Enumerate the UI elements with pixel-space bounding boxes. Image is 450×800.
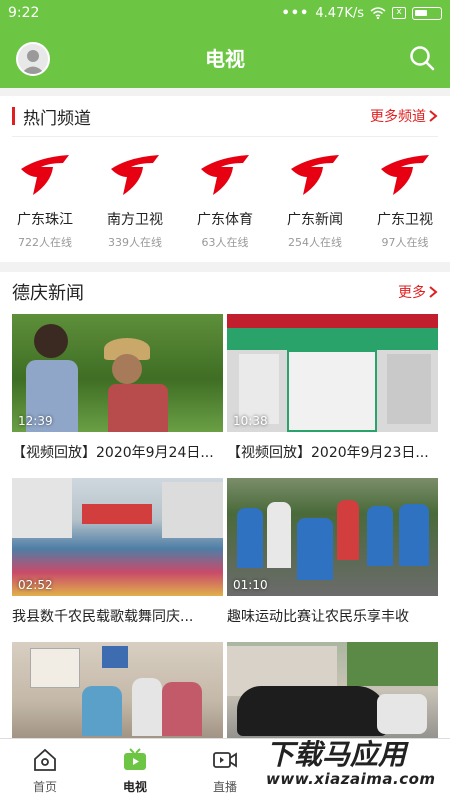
status-bar: 9:22 ••• 4.47K/s x — [0, 0, 450, 26]
local-news-section: 德庆新闻 更多 12:39 【视频回放】2020年9月24日... 10:38 … — [0, 272, 450, 738]
news-header: 德庆新闻 更多 — [0, 272, 450, 312]
video-thumbnail: 10:38 — [227, 314, 438, 432]
gdtv-logo-icon — [21, 155, 69, 195]
nav-tv[interactable]: 电视 — [90, 739, 180, 800]
video-thumbnail: 02:52 — [12, 478, 223, 596]
hot-channels-title-wrap: 热门频道 — [12, 104, 91, 129]
news-card[interactable] — [227, 642, 438, 738]
channel-item[interactable]: 南方卫视 339人在线 — [92, 153, 178, 250]
nav-home-label: 首页 — [32, 780, 57, 794]
app-header: 9:22 ••• 4.47K/s x 电视 — [0, 0, 450, 88]
news-card-title: 我县数千农民载歌载舞同庆... — [12, 609, 194, 625]
more-news-label: 更多 — [398, 285, 426, 301]
channel-item[interactable]: 广东卫视 97人在线 — [362, 153, 448, 250]
channel-online-count: 339人在线 — [108, 236, 162, 249]
more-channels-link[interactable]: 更多频道 — [370, 106, 438, 126]
channel-item[interactable]: 广东新闻 254人在线 — [272, 153, 358, 250]
gdtv-logo-icon — [201, 155, 249, 195]
more-channels-label: 更多频道 — [370, 109, 426, 125]
channel-item[interactable]: 广东体育 63人在线 — [182, 153, 268, 250]
video-thumbnail: 01:10 — [227, 478, 438, 596]
title-bar: 电视 — [0, 26, 450, 88]
video-thumbnail — [227, 642, 438, 738]
video-camera-icon — [213, 752, 237, 768]
news-card-title: 趣味运动比赛让农民乐享丰收 — [227, 609, 409, 625]
news-card[interactable] — [12, 642, 223, 738]
news-card-title: 【视频回放】2020年9月24日... — [12, 445, 214, 461]
avatar-person-icon — [21, 50, 45, 74]
wifi-icon — [370, 7, 386, 19]
hot-channels-header: 热门频道 更多频道 — [0, 96, 450, 136]
channel-name: 广东新闻 — [287, 212, 343, 228]
channel-list: 广东珠江 722人在线 南方卫视 339人在线 广东体育 63人在线 广东新闻 … — [0, 137, 450, 250]
gdtv-logo-icon — [111, 155, 159, 195]
section-marker — [12, 107, 15, 125]
channel-name: 广东体育 — [197, 212, 253, 228]
hot-channels-title: 热门频道 — [23, 108, 91, 129]
video-thumbnail — [12, 642, 223, 738]
home-icon — [34, 748, 56, 771]
channel-name: 南方卫视 — [107, 212, 163, 228]
news-grid: 12:39 【视频回放】2020年9月24日... 10:38 【视频回放】20… — [0, 312, 450, 738]
news-card[interactable]: 12:39 【视频回放】2020年9月24日... — [12, 314, 223, 478]
watermark-title: 下载马应用 — [266, 738, 407, 771]
more-dots-icon: ••• — [281, 5, 310, 21]
battery-icon — [412, 6, 442, 20]
watermark-url: www.xiazaima.com — [266, 770, 436, 788]
nav-home[interactable]: 首页 — [0, 739, 90, 800]
search-icon[interactable] — [408, 44, 436, 72]
channel-online-count: 63人在线 — [201, 236, 249, 249]
watermark: 下载马应用 www.xiazaima.com — [266, 740, 446, 796]
nav-tv-label: 电视 — [122, 780, 147, 794]
sim-off-icon: x — [392, 7, 406, 19]
channel-online-count: 722人在线 — [18, 236, 72, 249]
video-thumbnail: 12:39 — [12, 314, 223, 432]
status-time: 9:22 — [8, 5, 40, 21]
status-icons: ••• 4.47K/s x — [281, 6, 442, 21]
channel-name: 广东珠江 — [17, 212, 73, 228]
chevron-right-icon — [429, 110, 438, 122]
channel-name: 广东卫视 — [377, 212, 433, 228]
channel-item[interactable]: 广东珠江 722人在线 — [2, 153, 88, 250]
news-card[interactable]: 10:38 【视频回放】2020年9月23日... — [227, 314, 438, 478]
video-duration: 12:39 — [18, 414, 53, 428]
video-duration: 02:52 — [18, 578, 53, 592]
news-card[interactable]: 02:52 我县数千农民载歌载舞同庆... — [12, 478, 223, 642]
hot-channels-section: 热门频道 更多频道 广东珠江 722人在线 南方卫视 339人在线 广东体育 6… — [0, 96, 450, 262]
chevron-right-icon — [429, 286, 438, 298]
channel-online-count: 254人在线 — [288, 236, 342, 249]
tv-icon — [124, 748, 146, 770]
nav-live[interactable]: 直播 — [180, 739, 270, 800]
news-section-title: 德庆新闻 — [12, 283, 84, 304]
network-speed: 4.47K/s — [315, 5, 364, 21]
video-duration: 01:10 — [233, 578, 268, 592]
video-duration: 10:38 — [233, 414, 268, 428]
gdtv-logo-icon — [291, 155, 339, 195]
news-card[interactable]: 01:10 趣味运动比赛让农民乐享丰收 — [227, 478, 438, 642]
news-card-title: 【视频回放】2020年9月23日... — [227, 445, 429, 461]
channel-online-count: 97人在线 — [381, 236, 429, 249]
more-news-link[interactable]: 更多 — [398, 282, 438, 302]
page-title: 电视 — [205, 46, 245, 71]
nav-live-label: 直播 — [212, 780, 237, 794]
user-avatar[interactable] — [16, 42, 50, 76]
gdtv-logo-icon — [381, 155, 429, 195]
